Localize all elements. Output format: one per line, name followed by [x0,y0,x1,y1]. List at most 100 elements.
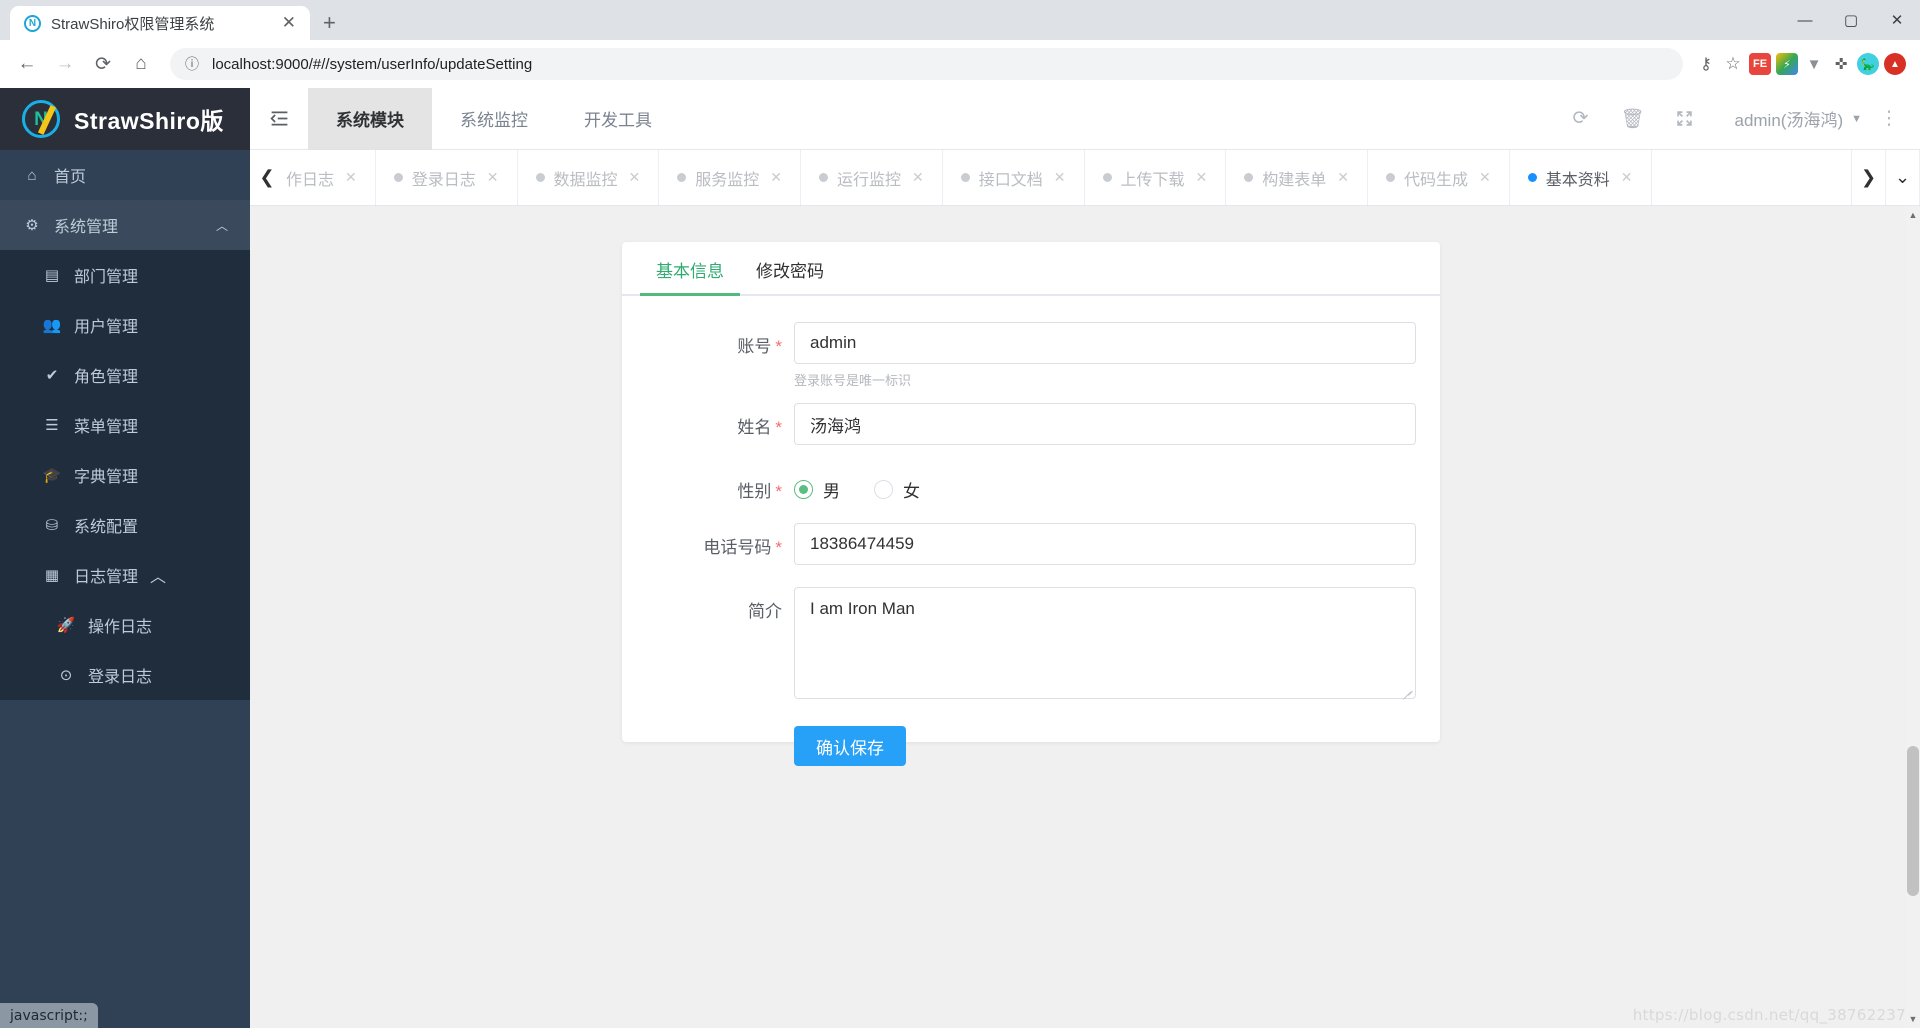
gender-radio-female[interactable]: 女 [874,477,920,502]
tags-scroll-left-icon[interactable]: ❮ [250,150,284,205]
account-input[interactable] [794,322,1416,364]
trash-icon[interactable]: 🗑 [1606,88,1658,150]
users-icon: 👥 [42,317,62,334]
chevron-up-icon: ︿ [215,218,228,233]
user-menu[interactable]: admin(汤海鸿) ▼ [1710,106,1876,131]
brand-logo[interactable]: N StrawShiro版 [0,88,250,150]
sidebar-item-login-log[interactable]: ⊙ 登录日志 [0,650,250,700]
name-input[interactable] [794,403,1416,445]
tag-dot-icon [819,173,828,182]
logo-icon: N [22,100,60,138]
close-icon[interactable]: ✕ [1621,169,1633,186]
sidebar-item-label: 用户管理 [74,319,139,336]
close-icon[interactable]: ✕ [1337,169,1349,186]
reload-icon[interactable]: ⟳ [86,47,120,81]
sidebar-item-log-management[interactable]: ▦ 日志管理 ︿ [0,550,250,600]
rocket-icon: 🚀 [56,617,76,634]
new-tab-button[interactable]: + [310,12,349,40]
radio-circle-icon [794,479,813,499]
close-icon[interactable]: ✕ [1196,169,1208,186]
sidebar-item-label: 菜单管理 [74,419,139,436]
refresh-icon[interactable]: ⟳ [1554,88,1606,150]
gears-icon: ⚙ [25,217,39,234]
tag-item[interactable]: 登录日志 ✕ [376,150,518,205]
calendar-icon: ▦ [44,567,60,584]
profile-avatar-icon[interactable]: ▲ [1884,53,1906,75]
save-button[interactable]: 确认保存 [794,726,906,766]
tag-item[interactable]: 接口文档 ✕ [943,150,1085,205]
close-icon[interactable]: ✕ [276,13,302,33]
required-mark: * [775,337,782,356]
sidebar-item-users[interactable]: 👥 用户管理 [0,300,250,350]
tag-item[interactable]: 运行监控 ✕ [801,150,943,205]
tag-item[interactable]: 代码生成 ✕ [1368,150,1510,205]
tag-label: 运行监控 [837,171,902,189]
browser-tab[interactable]: N StrawShiro权限管理系统 ✕ [10,6,310,40]
tag-item[interactable]: 服务监控 ✕ [659,150,801,205]
nav-module-monitor[interactable]: 系统监控 [432,88,556,150]
home-icon[interactable]: ⌂ [124,47,158,81]
tag-item[interactable]: 作日志 ✕ [284,150,376,205]
scrollbar-thumb[interactable] [1907,746,1919,896]
back-icon[interactable]: ← [10,47,44,81]
account-label: 账号 * [737,337,782,356]
close-icon[interactable]: ✕ [345,169,357,186]
fullscreen-icon[interactable] [1658,88,1710,150]
tag-item[interactable]: 构建表单 ✕ [1226,150,1368,205]
sidebar-item-dictionary[interactable]: 🎓 字典管理 [0,450,250,500]
tag-label: 代码生成 [1404,171,1469,189]
puzzle-extensions-icon[interactable]: ✜ [1830,53,1852,75]
vue-devtools-icon[interactable]: ▼ [1803,53,1825,75]
user-name: admin(汤海鸿) [1734,111,1844,130]
tags-scroll-right-icon[interactable]: ❯ [1852,150,1886,205]
colorful-extension-icon[interactable]: ⚡ [1776,53,1798,75]
tag-item[interactable]: 数据监控 ✕ [518,150,660,205]
window-close-button[interactable]: ✕ [1874,0,1920,40]
bookmark-star-icon[interactable]: ☆ [1722,53,1744,75]
sidebar-item-roles[interactable]: ✔ 角色管理 [0,350,250,400]
window-minimize-button[interactable]: — [1782,0,1828,40]
tags-dropdown-icon[interactable]: ⌄ [1886,150,1920,205]
hamburger-collapse-icon[interactable] [250,88,308,150]
radio-label: 男 [823,481,840,501]
content-scrollbar[interactable]: ▲ ▼ [1906,206,1920,1028]
dinosaur-extension-icon[interactable]: 🦕 [1857,53,1879,75]
sidebar-item-system-config[interactable]: ⛁ 系统配置 [0,500,250,550]
sidebar-item-department[interactable]: ▤ 部门管理 [0,250,250,300]
window-maximize-button[interactable]: ▢ [1828,0,1874,40]
nav-module-devtools[interactable]: 开发工具 [556,88,680,150]
graduation-cap-icon: 🎓 [42,467,62,484]
close-icon[interactable]: ✕ [912,169,924,186]
site-info-icon[interactable]: ⓘ [184,54,200,74]
password-key-icon[interactable]: ⚷ [1695,53,1717,75]
close-icon[interactable]: ✕ [1479,169,1491,186]
intro-textarea[interactable] [794,587,1416,699]
close-icon[interactable]: ✕ [487,169,499,186]
tab-change-password[interactable]: 修改密码 [740,257,840,294]
address-bar[interactable]: ⓘ localhost:9000/#//system/userInfo/upda… [170,48,1683,80]
form-row-submit: 确认保存 [622,726,1416,766]
tag-dot-icon [1244,173,1254,182]
nav-module-system[interactable]: 系统模块 [308,87,432,150]
close-icon[interactable]: ✕ [629,169,641,186]
tab-basic-info[interactable]: 基本信息 [640,257,740,296]
scroll-down-icon[interactable]: ▼ [1907,1012,1919,1026]
close-icon[interactable]: ✕ [1054,169,1066,186]
tag-item[interactable]: 上传下载 ✕ [1085,150,1227,205]
phone-input[interactable] [794,523,1416,565]
tag-item-active[interactable]: 基本资料 ✕ [1510,150,1652,205]
gender-label: 性别 * [737,482,782,501]
more-options-icon[interactable]: ⋮ [1876,88,1902,150]
gender-radio-male[interactable]: 男 [794,477,840,502]
tag-label: 数据监控 [553,171,618,189]
sidebar-item-home[interactable]: ⌂ 首页 [0,150,250,200]
sidebar-item-menus[interactable]: ☰ 菜单管理 [0,400,250,450]
sidebar-item-system-management[interactable]: ⚙ 系统管理 ︿ [0,200,250,250]
scroll-up-icon[interactable]: ▲ [1907,208,1919,222]
sidebar-item-operation-log[interactable]: 🚀 操作日志 [0,600,250,650]
app-root: N StrawShiro版 ⌂ 首页 ⚙ 系统管理 ︿ ▤ 部门管理 👥 用户管… [0,87,1920,1028]
fe-extension-icon[interactable]: FE [1749,53,1771,75]
forward-icon[interactable]: → [48,47,82,81]
close-icon[interactable]: ✕ [770,169,782,186]
top-navbar: 系统模块 系统监控 开发工具 ⟳ 🗑 admin(汤海鸿) ▼ ⋮ [250,87,1920,150]
